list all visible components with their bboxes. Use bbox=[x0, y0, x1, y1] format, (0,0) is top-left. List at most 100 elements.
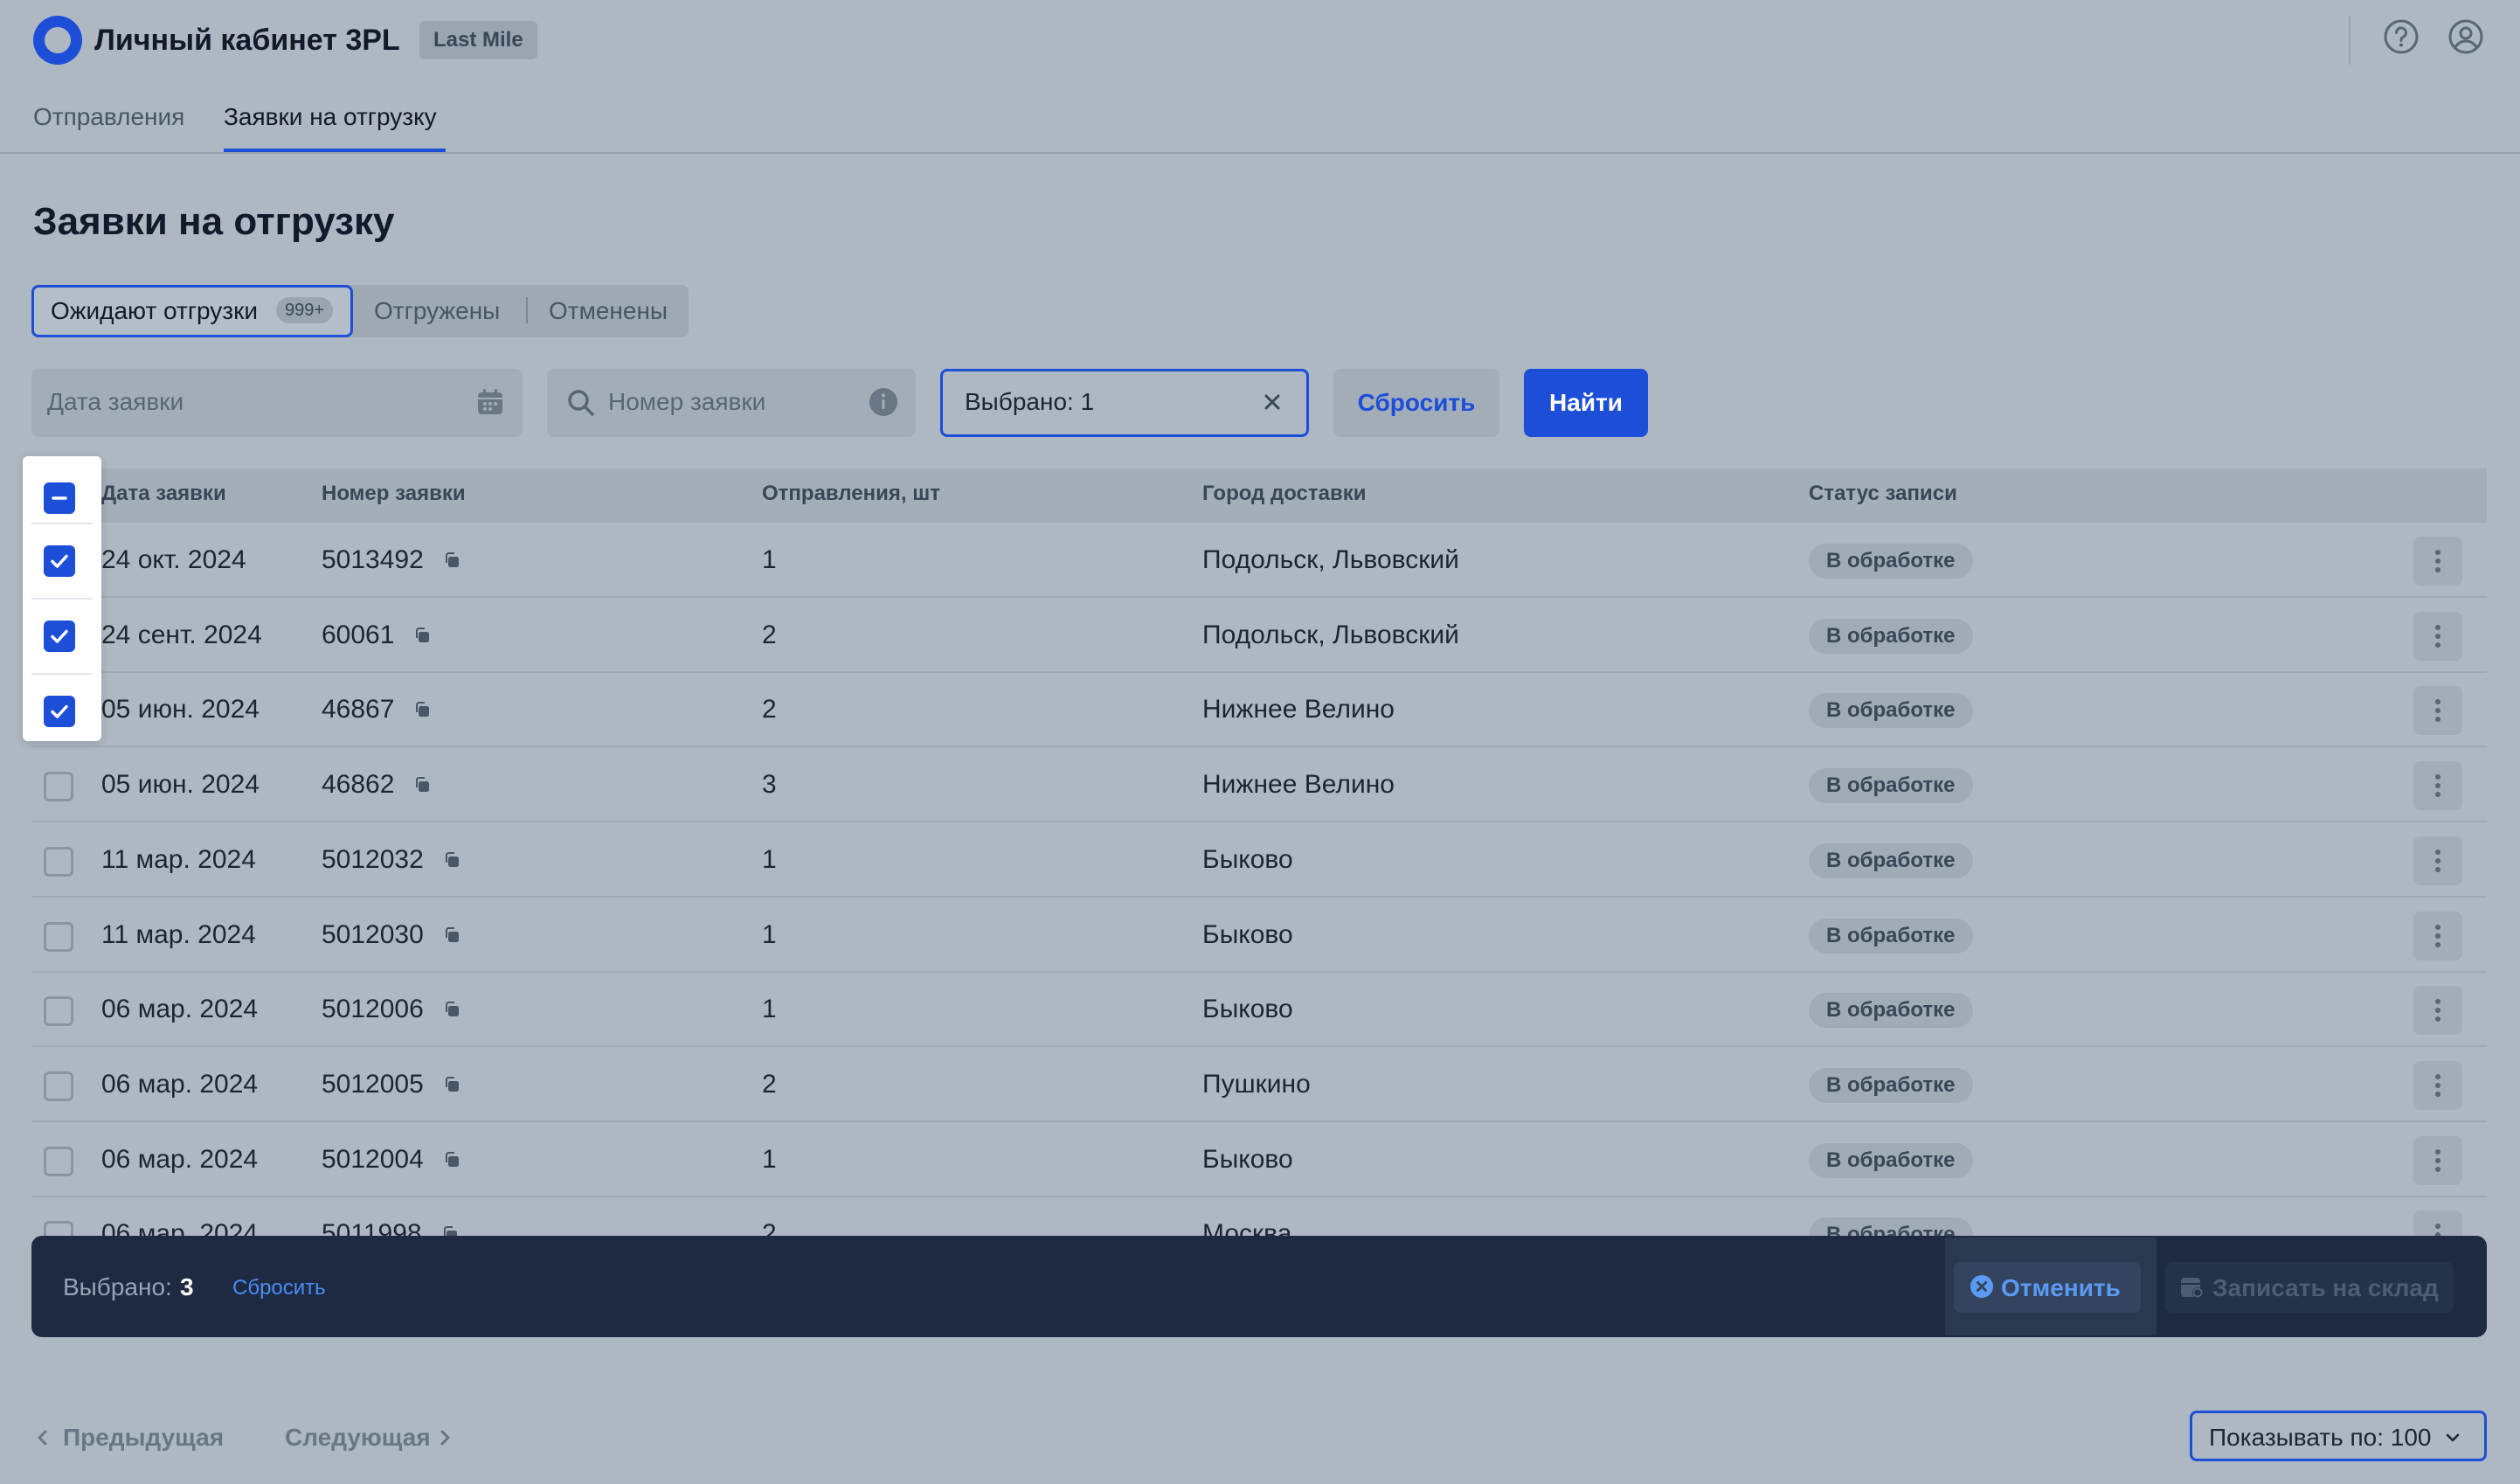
nav-divider bbox=[0, 152, 2520, 154]
table-row[interactable]: 05 июн. 2024 46862 3 Нижнее Велино В обработ… bbox=[31, 747, 2487, 823]
cell-number: 5012005 bbox=[322, 1069, 424, 1099]
table-row[interactable]: 24 окт. 2024 5013492 1 Подольск, Львовский В… bbox=[31, 523, 2487, 598]
copy-icon[interactable] bbox=[443, 851, 460, 869]
table-row[interactable]: 05 июн. 2024 46867 2 Нижнее Велино В обработ… bbox=[31, 672, 2487, 748]
row-menu-button[interactable] bbox=[2413, 1210, 2462, 1236]
row-checkbox[interactable] bbox=[44, 1071, 73, 1101]
table-row[interactable]: 11 мар. 2024 5012032 1 Быково В обработке bbox=[31, 822, 2487, 898]
row-checkbox[interactable] bbox=[44, 1221, 73, 1236]
column-header-date[interactable]: Дата заявки bbox=[101, 481, 226, 507]
calendar-icon[interactable] bbox=[475, 387, 505, 417]
select-all-checkbox[interactable] bbox=[44, 482, 75, 514]
status-badge: В обработке bbox=[1809, 693, 1973, 729]
user-icon[interactable] bbox=[2447, 17, 2485, 56]
row-menu-button[interactable] bbox=[2413, 611, 2462, 661]
cell-city: Подольск, Львовский bbox=[1202, 545, 1459, 574]
copy-icon[interactable] bbox=[413, 627, 431, 644]
column-header-number[interactable]: Номер заявки bbox=[322, 481, 466, 507]
table-row[interactable]: 06 мар. 2024 5012006 1 Быково В обработке bbox=[31, 972, 2487, 1048]
cell-city: Подольск, Львовский bbox=[1202, 620, 1459, 649]
column-header-status[interactable]: Статус записи bbox=[1809, 481, 1957, 507]
reset-selection-link[interactable]: Сбросить bbox=[232, 1274, 326, 1302]
last-mile-badge: Last Mile bbox=[419, 21, 537, 59]
table-row[interactable]: 24 сент. 2024 60061 2 Подольск, Львовский В … bbox=[31, 598, 2487, 673]
selection-checkbox-panel bbox=[23, 456, 101, 741]
cell-city: Быково bbox=[1202, 919, 1293, 949]
row-checkbox[interactable] bbox=[44, 621, 75, 652]
segment-cancelled[interactable]: Отменены bbox=[549, 295, 668, 327]
cell-city: Быково bbox=[1202, 995, 1293, 1024]
column-header-city[interactable]: Город доставки bbox=[1202, 481, 1367, 507]
search-icon bbox=[568, 390, 594, 416]
cell-number: 5012032 bbox=[322, 844, 424, 874]
cell-number: 5011998 bbox=[322, 1219, 422, 1236]
cell-city: Пушкино bbox=[1202, 1069, 1311, 1099]
cell-number: 5012004 bbox=[322, 1144, 424, 1174]
previous-page-button[interactable]: Предыдущая bbox=[63, 1422, 224, 1453]
row-checkbox[interactable] bbox=[44, 846, 73, 877]
clear-icon[interactable] bbox=[1260, 390, 1284, 414]
status-badge: В обработке bbox=[1809, 544, 1973, 579]
row-menu-button[interactable] bbox=[2413, 761, 2462, 811]
app-logo bbox=[33, 16, 82, 65]
row-menu-button[interactable] bbox=[2413, 686, 2462, 736]
row-menu-button[interactable] bbox=[2413, 911, 2462, 960]
tab-shipping-requests[interactable]: Заявки на отгрузку bbox=[224, 101, 437, 133]
copy-icon[interactable] bbox=[441, 1225, 459, 1236]
row-checkbox[interactable] bbox=[44, 772, 73, 802]
row-checkbox[interactable] bbox=[44, 545, 75, 577]
row-checkbox[interactable] bbox=[44, 696, 75, 727]
cell-number: 5012030 bbox=[322, 919, 424, 949]
row-checkbox[interactable] bbox=[44, 921, 73, 952]
row-checkbox[interactable] bbox=[44, 1146, 73, 1176]
copy-icon[interactable] bbox=[413, 701, 431, 718]
cell-date: 06 мар. 2024 bbox=[101, 1144, 259, 1174]
cell-date: 11 мар. 2024 bbox=[101, 919, 256, 949]
cell-count: 1 bbox=[762, 995, 777, 1024]
reset-filters-button[interactable]: Сбросить bbox=[1333, 369, 1499, 437]
status-badge: В обработке bbox=[1809, 618, 1973, 654]
info-icon[interactable] bbox=[869, 387, 898, 417]
cell-count: 2 bbox=[762, 1219, 777, 1236]
chevron-down-icon bbox=[2446, 1433, 2460, 1442]
help-icon[interactable] bbox=[2382, 17, 2420, 56]
minus-icon bbox=[52, 496, 67, 500]
cell-count: 1 bbox=[762, 844, 777, 874]
row-checkbox[interactable] bbox=[44, 996, 73, 1027]
table-row[interactable]: 06 мар. 2024 5012005 2 Пушкино В обработке bbox=[31, 1047, 2487, 1122]
column-header-count[interactable]: Отправления, шт bbox=[762, 481, 940, 507]
segment-awaiting-count: 999+ bbox=[276, 297, 334, 323]
row-menu-button[interactable] bbox=[2413, 836, 2462, 885]
find-button[interactable]: Найти bbox=[1524, 369, 1648, 437]
tab-shipments[interactable]: Отправления bbox=[33, 101, 184, 133]
copy-icon[interactable] bbox=[443, 551, 460, 569]
status-badge: В обработке bbox=[1809, 993, 1973, 1029]
cell-count: 2 bbox=[762, 1069, 777, 1099]
segment-shipped[interactable]: Отгружены bbox=[374, 295, 500, 327]
table-row[interactable]: 11 мар. 2024 5012030 1 Быково В обработке bbox=[31, 898, 2487, 973]
cell-count: 3 bbox=[762, 770, 777, 800]
row-menu-button[interactable] bbox=[2413, 1060, 2462, 1110]
table-body: 24 окт. 2024 5013492 1 Подольск, Львовский В… bbox=[31, 523, 2487, 1236]
row-menu-button[interactable] bbox=[2413, 1135, 2462, 1185]
checkmark-icon bbox=[51, 704, 68, 718]
copy-icon[interactable] bbox=[443, 1076, 460, 1093]
cell-city: Быково bbox=[1202, 1144, 1293, 1174]
copy-icon[interactable] bbox=[443, 926, 460, 944]
cell-city: Быково bbox=[1202, 844, 1293, 874]
cell-date: 05 июн. 2024 bbox=[101, 695, 260, 725]
status-filter-value: Выбрано: 1 bbox=[965, 388, 1095, 415]
copy-icon[interactable] bbox=[443, 1151, 460, 1168]
row-menu-button[interactable] bbox=[2413, 537, 2462, 586]
table-row[interactable]: 06 мар. 2024 5011998 2 Москва В обработке bbox=[31, 1196, 2487, 1236]
checkmark-icon bbox=[51, 629, 68, 643]
cell-date: 24 сент. 2024 bbox=[101, 620, 262, 649]
copy-icon[interactable] bbox=[443, 1001, 460, 1018]
cell-city: Москва bbox=[1202, 1219, 1292, 1236]
status-badge: В обработке bbox=[1809, 843, 1973, 878]
row-menu-button[interactable] bbox=[2413, 986, 2462, 1036]
table-row[interactable]: 06 мар. 2024 5012004 1 Быково В обработке bbox=[31, 1122, 2487, 1197]
copy-icon[interactable] bbox=[413, 776, 431, 794]
per-page-label: Показывать по: 100 bbox=[2209, 1424, 2432, 1451]
next-page-button[interactable]: Следующая bbox=[285, 1422, 431, 1453]
